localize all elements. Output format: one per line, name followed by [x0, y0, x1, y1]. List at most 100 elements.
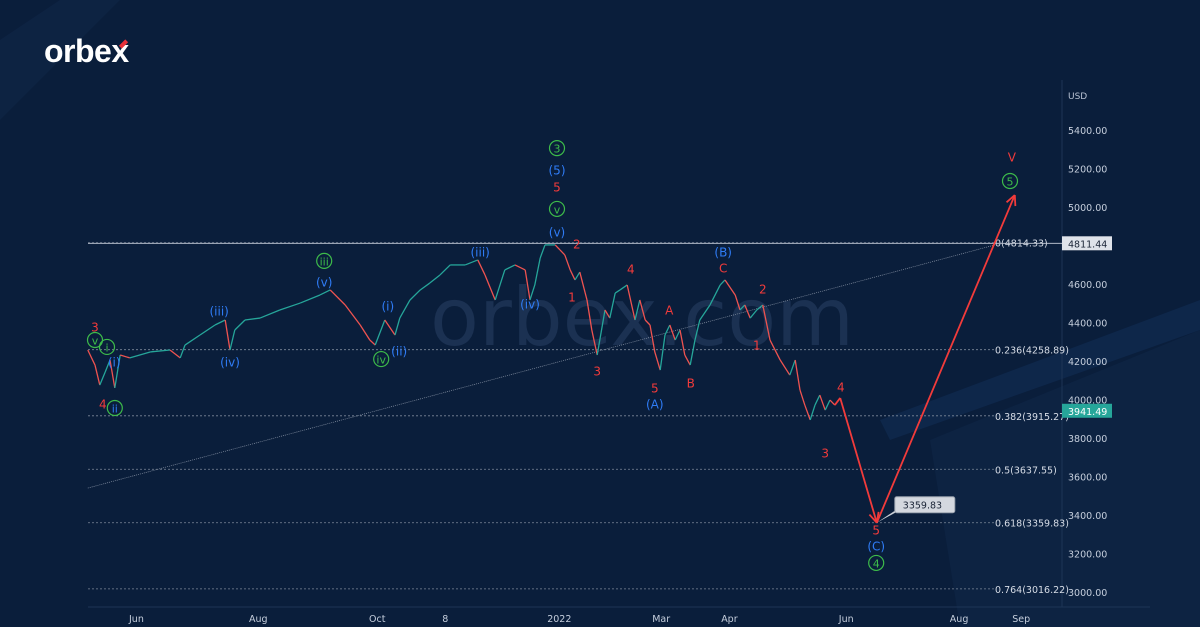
price-segment — [94, 364, 101, 386]
x-tick-label: 8 — [442, 614, 448, 625]
price-segment — [214, 319, 226, 326]
wave-label: i — [105, 341, 108, 354]
wave-label: (iii) — [210, 304, 229, 318]
wave-label: 1 — [753, 339, 761, 353]
price-segment — [234, 319, 246, 331]
resistance-price-tag: 4811.44 — [1068, 239, 1107, 250]
wave-label: 2 — [573, 237, 581, 251]
wave-label: ii — [112, 402, 118, 415]
wave-label: (C) — [867, 539, 885, 553]
price-segment — [359, 324, 371, 341]
price-segment — [319, 289, 331, 296]
wave-label: 1 — [568, 291, 576, 305]
wave-label: v — [554, 203, 561, 216]
wave-label: B — [687, 376, 695, 390]
price-segment — [279, 302, 301, 311]
price-segment — [344, 304, 361, 326]
y-tick-label: 4200.00 — [1068, 357, 1107, 368]
price-segment — [199, 324, 216, 336]
price-segment — [399, 299, 411, 319]
currency-label: USD — [1068, 92, 1087, 102]
price-segment — [179, 344, 186, 359]
price-segment — [99, 371, 106, 386]
x-tick-label: Oct — [369, 614, 386, 625]
wave-label: iv — [376, 354, 386, 367]
wave-label: (A) — [646, 397, 664, 411]
wave-label: (i) — [381, 299, 394, 313]
last-price-tag: 3941.49 — [1068, 407, 1107, 418]
price-segment — [804, 404, 811, 421]
price-segment — [229, 329, 236, 351]
wave-label: (iv) — [520, 298, 540, 312]
wave-label: C — [719, 262, 727, 276]
y-tick-label: 5200.00 — [1068, 165, 1107, 176]
wave-label: 4 — [873, 557, 880, 570]
wave-label: 3 — [554, 143, 561, 156]
wave-label: (v) — [549, 226, 565, 240]
wave-label: 2 — [759, 283, 767, 297]
fib-level-label: 0.5(3637.55) — [995, 465, 1057, 476]
price-segment — [814, 394, 821, 406]
wave-label: (iv) — [220, 355, 240, 369]
price-segment — [559, 249, 566, 256]
price-segment — [539, 244, 546, 259]
price-segment — [514, 264, 526, 271]
price-segment — [224, 319, 231, 351]
wave-label: 5 — [553, 180, 561, 194]
wave-label: (5) — [549, 164, 566, 178]
price-segment — [809, 404, 816, 421]
y-tick-label: 3600.00 — [1068, 473, 1107, 484]
price-segment — [184, 334, 201, 346]
projection-arrow — [839, 397, 878, 523]
price-segment — [374, 319, 386, 346]
price-segment — [799, 389, 806, 406]
price-segment — [150, 349, 171, 353]
wave-label: (iii) — [471, 246, 490, 260]
fib-level-label: 0.618(3359.83) — [995, 519, 1069, 530]
wave-label: 3 — [593, 365, 601, 379]
fib-level-label: 0.236(4258.89) — [995, 346, 1069, 357]
y-tick-label: 3000.00 — [1068, 588, 1107, 599]
x-tick-label: Aug — [950, 614, 969, 625]
price-segment — [120, 354, 130, 359]
price-segment — [504, 264, 516, 271]
price-segment — [169, 349, 181, 359]
price-segment — [409, 289, 421, 301]
wave-label: 3 — [821, 447, 829, 461]
wave-label: (i) — [108, 355, 121, 369]
wave-label: 5 — [1007, 176, 1014, 189]
wave-label: (ii) — [391, 344, 407, 358]
y-tick-label: 5000.00 — [1068, 203, 1107, 214]
fib-level-label: 0.764(3016.22) — [995, 585, 1069, 596]
price-segment — [329, 289, 346, 306]
fib-level-label: 0.382(3915.27) — [995, 412, 1069, 423]
x-tick-label: Mar — [652, 614, 670, 625]
price-segment — [419, 282, 431, 291]
price-segment — [384, 319, 396, 336]
price-segment — [829, 399, 836, 406]
price-segment — [244, 317, 261, 321]
y-tick-label: 3200.00 — [1068, 550, 1107, 561]
price-segment — [129, 351, 151, 359]
x-tick-label: Apr — [721, 614, 738, 625]
wave-label: v — [92, 335, 99, 348]
wave-label: (v) — [316, 276, 332, 290]
wave-label: 4 — [627, 262, 635, 276]
wave-label: (B) — [714, 246, 732, 260]
price-chart[interactable]: orbex.com USD 0(4814.33)0.236(4258.89)0.… — [0, 0, 1200, 627]
price-segment — [554, 244, 561, 251]
price-segment — [259, 309, 281, 319]
price-segment — [564, 254, 571, 271]
price-segment — [464, 259, 479, 266]
x-tick-label: Jun — [128, 614, 144, 625]
x-tick-label: Aug — [249, 614, 268, 625]
y-tick-label: 3400.00 — [1068, 511, 1107, 522]
target-callout-label: 3359.83 — [903, 501, 942, 512]
wave-label: iii — [320, 255, 329, 268]
wave-label: 5 — [651, 381, 659, 395]
y-tick-label: 3800.00 — [1068, 434, 1107, 445]
arrowhead — [1013, 195, 1017, 207]
price-segment — [87, 349, 96, 366]
price-segment — [369, 339, 376, 346]
wave-label: V — [1008, 150, 1017, 164]
